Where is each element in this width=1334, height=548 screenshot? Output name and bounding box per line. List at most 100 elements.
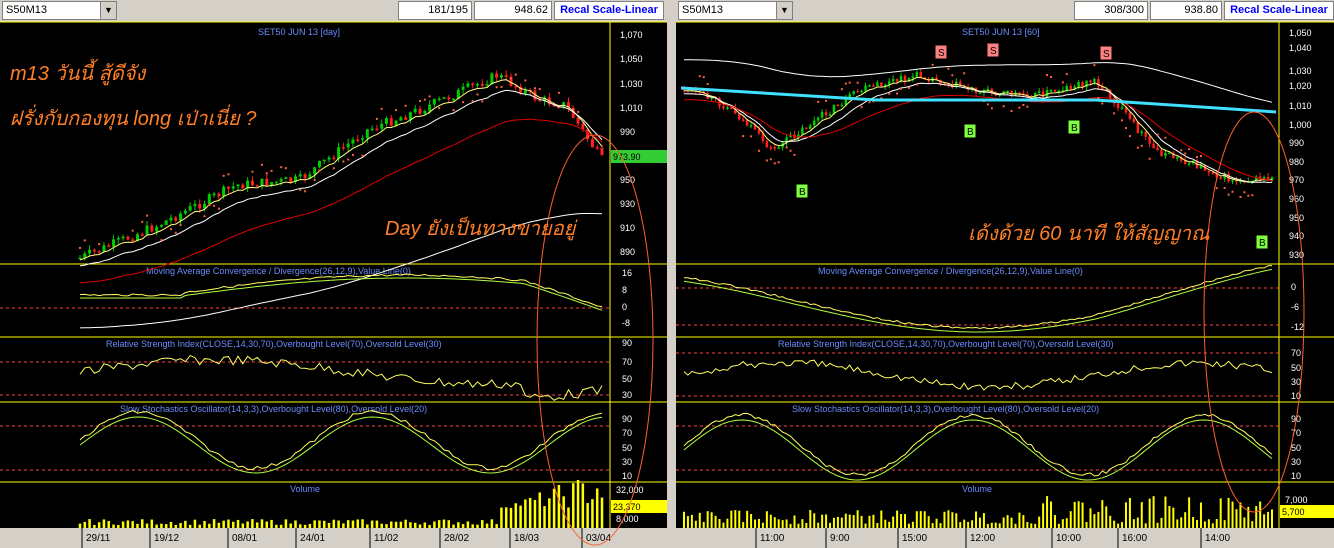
volume-bar bbox=[179, 522, 182, 528]
volume-bar bbox=[241, 523, 245, 528]
volume-bar bbox=[1144, 523, 1147, 528]
volume-bar bbox=[313, 520, 316, 528]
volume-bar bbox=[1101, 500, 1104, 528]
volume-bar bbox=[1121, 522, 1124, 528]
price-tick: 930 bbox=[620, 199, 635, 209]
volume-bar bbox=[188, 524, 192, 528]
volume-bar bbox=[251, 519, 254, 528]
candle bbox=[816, 117, 820, 121]
sar-dot bbox=[510, 77, 513, 80]
candle bbox=[595, 147, 599, 149]
volume-bar bbox=[683, 511, 685, 528]
volume-bar bbox=[765, 511, 768, 528]
candle bbox=[97, 251, 101, 253]
volume-bar bbox=[265, 521, 269, 528]
sar-dot bbox=[840, 88, 843, 91]
volume-bar bbox=[490, 519, 494, 528]
volume-bar bbox=[576, 479, 580, 528]
panel-divider[interactable] bbox=[667, 0, 676, 548]
candle bbox=[356, 139, 360, 142]
sar-dot bbox=[395, 109, 398, 112]
volume-bar bbox=[423, 522, 427, 528]
candle bbox=[1219, 177, 1222, 179]
sar-dot bbox=[131, 229, 134, 232]
volume-bar bbox=[951, 512, 954, 528]
x-tick-label: 9:00 bbox=[830, 533, 850, 544]
sar-dot bbox=[1188, 148, 1191, 151]
volume-bar bbox=[757, 518, 760, 528]
volume-bar bbox=[939, 523, 942, 528]
candle bbox=[809, 125, 812, 129]
sar-dot bbox=[265, 172, 268, 175]
candle bbox=[83, 253, 87, 258]
volume-bar bbox=[169, 521, 173, 528]
price-tick: 1,030 bbox=[620, 79, 643, 89]
sar-dot bbox=[698, 75, 701, 78]
daily-chart-canvas[interactable]: SET50 JUN 13 [day] 1,070 1,050 1,030 1,010 99… bbox=[0, 0, 667, 548]
volume-bar bbox=[1113, 520, 1116, 528]
sar-dot bbox=[750, 135, 753, 138]
moving-average-line bbox=[684, 59, 1273, 103]
candle bbox=[399, 117, 403, 121]
candle bbox=[159, 224, 163, 227]
volume-bar bbox=[1255, 506, 1258, 528]
candle bbox=[207, 194, 211, 204]
candle bbox=[241, 184, 245, 189]
hourly-chart-canvas[interactable]: SET50 JUN 13 [60] 1,050 1,040 1,030 1,020 1,0… bbox=[676, 0, 1334, 548]
candle bbox=[155, 226, 159, 232]
macd-title: Moving Average Convergence / Divergence(… bbox=[146, 266, 411, 276]
sar-dot bbox=[174, 231, 177, 234]
sar-dot bbox=[931, 63, 934, 66]
sar-dot bbox=[217, 207, 220, 210]
volume-bar bbox=[275, 524, 278, 528]
volume-bar bbox=[380, 523, 383, 528]
candle bbox=[1187, 163, 1191, 165]
candle bbox=[915, 72, 919, 77]
volume-bar bbox=[97, 522, 101, 528]
volume-bar bbox=[892, 516, 895, 528]
volume-bar bbox=[126, 520, 130, 528]
sar-dot bbox=[1180, 149, 1183, 152]
sar-dot bbox=[793, 153, 796, 156]
sar-dot bbox=[375, 117, 378, 120]
candle bbox=[475, 83, 479, 86]
volume-bar bbox=[686, 516, 689, 528]
sar-dot bbox=[304, 190, 307, 193]
volume-bar bbox=[722, 522, 725, 528]
moving-average-line bbox=[684, 94, 1273, 182]
candle bbox=[1132, 118, 1136, 122]
sar-dot bbox=[789, 149, 792, 152]
sar-dot bbox=[419, 100, 422, 103]
stoch-tick: 70 bbox=[1291, 428, 1301, 438]
volume-bar bbox=[726, 518, 729, 528]
candle bbox=[298, 174, 302, 177]
volume-bar bbox=[222, 520, 225, 528]
volume-bar bbox=[203, 520, 206, 528]
annotation-text-1: เด้งด้วย 60 นาที ให้สัญญาณ bbox=[968, 222, 1210, 245]
sar-dot bbox=[1215, 187, 1218, 190]
candle bbox=[828, 114, 832, 116]
volume-bar bbox=[504, 507, 508, 528]
sar-dot bbox=[98, 243, 101, 246]
sar-dot bbox=[1184, 152, 1187, 155]
candle bbox=[222, 186, 226, 197]
candle bbox=[188, 206, 192, 211]
volume-bar bbox=[1069, 511, 1072, 528]
candle bbox=[576, 117, 580, 124]
candle bbox=[1053, 89, 1057, 92]
volume-bar bbox=[548, 498, 551, 528]
candle bbox=[495, 73, 499, 78]
sar-dot bbox=[227, 173, 230, 176]
candle bbox=[1211, 172, 1215, 175]
x-tick-label: 11/02 bbox=[374, 533, 399, 544]
candle bbox=[773, 147, 777, 149]
volume-bar bbox=[1235, 509, 1238, 528]
indicator-line bbox=[79, 409, 603, 471]
sar-dot bbox=[896, 92, 899, 95]
price-tick: 980 bbox=[1289, 157, 1304, 167]
volume-bar bbox=[777, 519, 780, 528]
volume-bar bbox=[959, 522, 962, 528]
sar-dot bbox=[203, 215, 206, 218]
sar-dot bbox=[423, 98, 426, 101]
sar-dot bbox=[284, 167, 287, 170]
